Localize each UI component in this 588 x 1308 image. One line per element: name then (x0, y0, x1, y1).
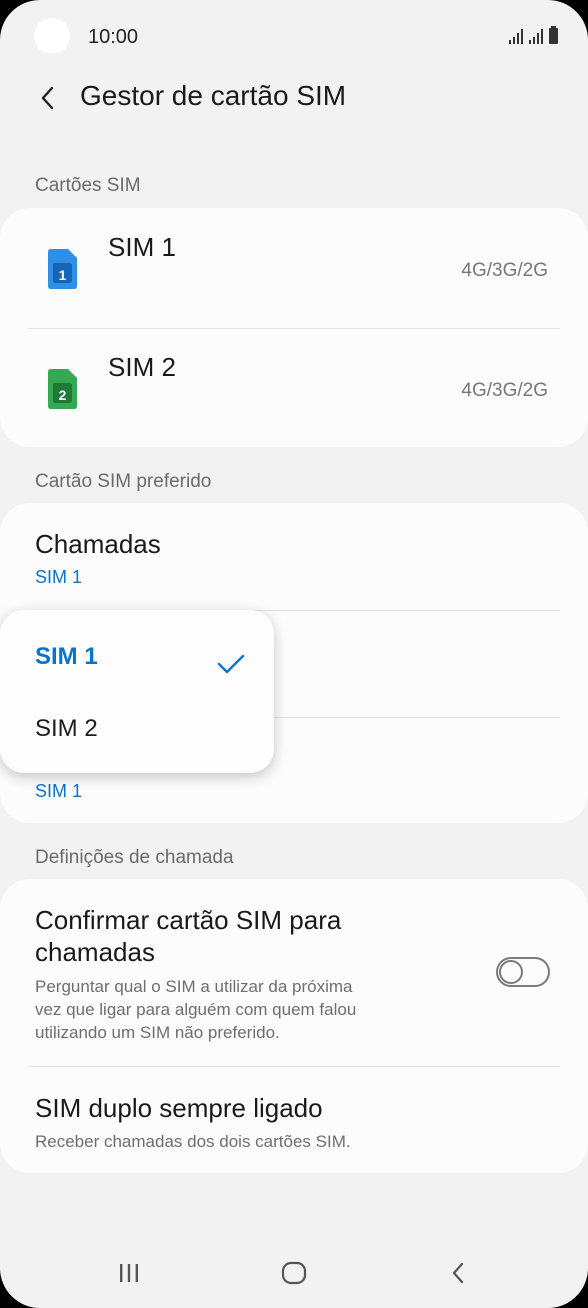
sim1-name: SIM 1 (108, 232, 176, 262)
sim-row-2[interactable]: 2 SIM 2 4G/3G/2G (0, 328, 588, 448)
camera-cutout (34, 18, 70, 54)
svg-text:1: 1 (59, 267, 67, 283)
signal-sim2-icon (529, 28, 543, 44)
nav-back-button[interactable] (428, 1248, 488, 1298)
sim2-name: SIM 2 (108, 352, 176, 382)
page-title: Gestor de cartão SIM (80, 80, 347, 111)
sim2-network: 4G/3G/2G (461, 380, 548, 401)
confirm-sim-title-line2: chamadas (35, 937, 155, 967)
navigation-bar (0, 1240, 588, 1308)
dropdown-option-label: SIM 2 (35, 715, 98, 742)
call-settings-card: Confirmar cartão SIM para chamadas Pergu… (0, 879, 588, 1173)
home-button[interactable] (264, 1248, 324, 1298)
screen: 10:00 Gestor de cartão SIM Cartões SIM 1… (0, 0, 588, 1308)
dropdown-option-sim2[interactable]: SIM 2 (0, 693, 274, 763)
sim-cards-card: 1 SIM 1 4G/3G/2G 2 SIM 2 4G/3G/2G (0, 208, 588, 447)
recent-apps-icon (120, 1264, 138, 1282)
header: Gestor de cartão SIM (0, 70, 588, 126)
status-icons (509, 26, 558, 44)
sim1-icon: 1 (48, 249, 77, 289)
section-label-call-settings: Definições de chamada (35, 847, 234, 868)
confirm-sim-toggle[interactable] (496, 957, 550, 987)
recent-apps-button[interactable] (99, 1248, 159, 1298)
sim-row-1[interactable]: 1 SIM 1 4G/3G/2G (0, 208, 588, 328)
section-label-sim-cards: Cartões SIM (35, 175, 141, 196)
status-time: 10:00 (88, 26, 139, 48)
back-button[interactable] (28, 78, 68, 118)
dropdown-option-sim1[interactable]: SIM 1 (0, 621, 274, 691)
confirm-sim-desc-line2: vez que ligar para alguém com quem falou (35, 1000, 357, 1019)
dual-sim-title: SIM duplo sempre ligado (35, 1093, 323, 1123)
confirm-sim-desc-line1: Perguntar qual o SIM a utilizar da próxi… (35, 977, 353, 996)
data-value: SIM 1 (35, 781, 83, 801)
sim-select-dropdown: SIM 1 SIM 2 (0, 610, 274, 773)
confirm-sim-desc-line3: utilizando um SIM não preferido. (35, 1023, 280, 1042)
home-icon (281, 1261, 307, 1285)
check-icon (217, 654, 245, 674)
dual-sim-desc: Receber chamadas dos dois cartões SIM. (35, 1132, 351, 1151)
section-label-preferred: Cartão SIM preferido (35, 471, 212, 492)
back-icon (452, 1262, 464, 1284)
confirm-sim-row[interactable]: Confirmar cartão SIM para chamadas Pergu… (0, 879, 588, 1066)
status-bar: 10:00 (0, 0, 588, 76)
preferred-calls-row[interactable]: Chamadas SIM 1 (0, 503, 588, 610)
confirm-sim-title-line1: Confirmar cartão SIM para (35, 905, 342, 935)
dual-sim-row[interactable]: SIM duplo sempre ligado Receber chamadas… (0, 1067, 588, 1173)
sim2-icon: 2 (48, 369, 77, 409)
svg-text:2: 2 (59, 387, 67, 403)
dropdown-option-label: SIM 1 (35, 643, 98, 670)
calls-value: SIM 1 (35, 567, 83, 587)
battery-icon (549, 26, 558, 44)
sim1-network: 4G/3G/2G (461, 260, 548, 281)
signal-sim1-icon (509, 28, 523, 44)
chevron-left-icon (41, 86, 54, 110)
calls-title: Chamadas (35, 529, 161, 559)
